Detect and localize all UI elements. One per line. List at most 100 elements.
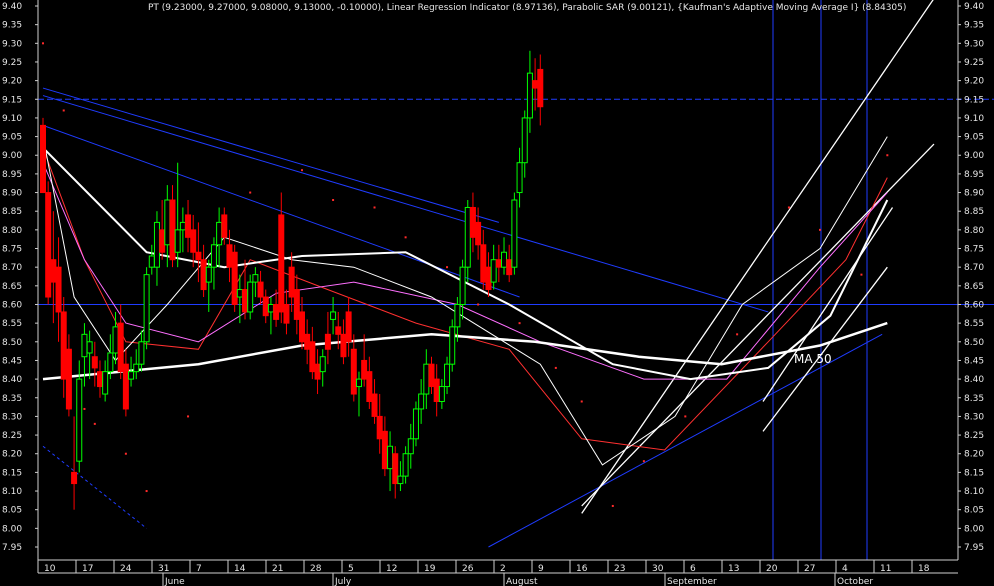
x-tick-label: 23 [614, 564, 625, 574]
candle-body [91, 356, 98, 369]
y-tick-label-left: 9.25 [2, 58, 22, 68]
y-tick-label-left: 8.30 [2, 412, 22, 422]
y-tick-label-right: 8.60 [964, 300, 984, 310]
candle-body [418, 393, 425, 410]
x-tick-label: 5 [348, 564, 354, 574]
candle-body [236, 289, 243, 298]
candle-body [148, 255, 155, 268]
x-tick-label: 27 [804, 564, 815, 574]
candle-body [112, 326, 119, 354]
y-tick-label-right: 8.55 [964, 319, 984, 329]
y-tick-label-right: 8.45 [964, 356, 984, 366]
x-tick-label: 21 [272, 564, 283, 574]
candle-body [96, 371, 103, 388]
candle-body [412, 408, 419, 440]
y-tick-label-left: 8.00 [2, 524, 22, 534]
y-tick-label-left: 9.10 [2, 114, 22, 124]
x-tick-label: 19 [424, 564, 436, 574]
sar-dot [373, 206, 376, 209]
candle-body [128, 371, 135, 380]
y-tick-label-right: 8.05 [964, 506, 984, 516]
candle-body [190, 229, 197, 253]
y-tick-label-left: 8.80 [2, 226, 22, 236]
y-tick-label-left: 8.35 [2, 394, 22, 404]
sar-dot [145, 490, 148, 493]
candle-body [102, 371, 109, 395]
candle-body [501, 251, 508, 268]
y-tick-label-left: 9.35 [2, 21, 22, 31]
candle-body [169, 199, 176, 261]
candle-body [361, 359, 368, 380]
chart-title: PT (9.23000, 9.27000, 9.08000, 9.13000, … [148, 3, 906, 13]
x-tick-label: 2 [500, 564, 506, 574]
candle-body [221, 214, 228, 238]
y-tick-label-right: 8.95 [964, 170, 984, 180]
x-tick-label: 10 [44, 564, 56, 574]
candle-body [71, 471, 78, 485]
candle-body [247, 281, 254, 313]
candle-body [195, 251, 202, 261]
sar-dot [83, 407, 86, 410]
candle-body [371, 393, 378, 417]
y-tick-label-left: 8.05 [2, 506, 22, 516]
candle-body [526, 72, 533, 119]
candle-body [107, 352, 114, 373]
sar-dot [301, 169, 303, 172]
y-tick-label-right: 8.20 [964, 450, 984, 460]
candle-body [345, 311, 352, 343]
y-tick-label-left: 8.25 [2, 431, 22, 441]
candle-body [293, 289, 300, 320]
candle-body [350, 348, 357, 395]
candle-body [174, 229, 181, 253]
month-label: June [164, 577, 185, 586]
x-tick-label: 20 [766, 564, 778, 574]
y-tick-label-left: 8.15 [2, 468, 22, 478]
candle-body [454, 303, 461, 328]
candle-body [459, 266, 466, 305]
candle-body [495, 259, 502, 268]
y-tick-label-left: 7.95 [2, 543, 22, 553]
x-tick-label: 14 [234, 564, 246, 574]
x-tick-label: 18 [918, 564, 930, 574]
ma50-annotation: MA 50 [794, 352, 832, 366]
y-tick-label-left: 8.55 [2, 319, 22, 329]
y-tick-label-left: 9.30 [2, 39, 22, 49]
sar-dot [554, 366, 557, 369]
candle-body [490, 259, 497, 283]
candle-body [252, 274, 259, 283]
candle-body [314, 363, 321, 380]
candle-body [117, 322, 124, 373]
y-tick-label-left: 8.90 [2, 189, 22, 199]
candle-body [433, 378, 440, 402]
y-tick-label-right: 9.35 [964, 21, 984, 31]
candle-body [262, 296, 269, 317]
candle-body [340, 333, 347, 358]
candle-body [521, 117, 528, 164]
candle-body [283, 303, 290, 324]
y-tick-label-left: 8.65 [2, 282, 22, 292]
candle-body [86, 341, 93, 354]
y-tick-label-right: 8.00 [964, 524, 984, 534]
month-label: July [334, 577, 352, 586]
y-tick-label-right: 9.10 [964, 114, 984, 124]
x-tick-label: 12 [386, 564, 397, 574]
candle-body [65, 348, 72, 410]
candle-body [210, 244, 217, 268]
x-tick-label: 16 [576, 564, 588, 574]
chart-canvas: 9.40 9.40 9.35 9.35 9.30 9.30 9.25 9.25 9.20 9.20… [0, 0, 994, 586]
y-tick-label-left: 9.05 [2, 133, 22, 143]
x-tick-label: 4 [842, 564, 848, 574]
sar-dot [736, 333, 739, 336]
y-tick-label-left: 8.60 [2, 300, 22, 310]
sar-dot [42, 42, 44, 45]
y-tick-label-right: 9.15 [964, 95, 984, 105]
y-tick-label-left: 9.20 [2, 77, 22, 87]
candle-body [469, 206, 476, 238]
sar-dot [684, 415, 687, 418]
candle-body [324, 333, 331, 350]
candle-body [423, 363, 430, 395]
candle-body [299, 311, 305, 343]
x-tick-label: 17 [82, 564, 93, 574]
candle-body [273, 303, 280, 320]
x-tick-label: 28 [310, 564, 322, 574]
